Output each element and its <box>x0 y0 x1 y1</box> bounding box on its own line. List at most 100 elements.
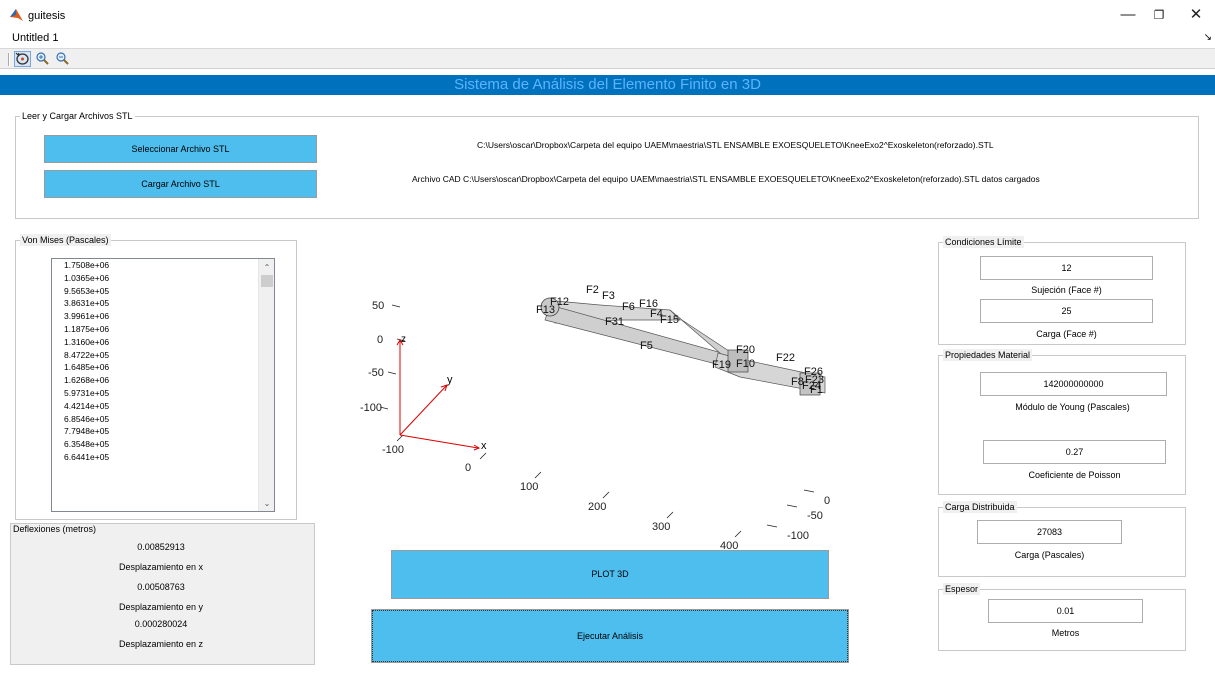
von-mises-item[interactable]: 1.3160e+06 <box>52 336 274 349</box>
deflexion-x-value: 0.00852913 <box>137 542 185 552</box>
toolbar <box>0 48 1215 69</box>
zoom-out-icon[interactable] <box>55 51 72 67</box>
poisson-label: Coeficiente de Poisson <box>1028 470 1121 480</box>
von-mises-item[interactable]: 1.6485e+06 <box>52 361 274 374</box>
x-tick-label: 100 <box>520 481 538 493</box>
y-tick-label: -50 <box>807 510 823 522</box>
rotate-3d-icon[interactable] <box>14 51 31 67</box>
plot-3d-area[interactable]: 500-50-100-10001002003004000-50-100 F2F1… <box>350 265 850 555</box>
maximize-button[interactable]: ❐ <box>1144 5 1174 25</box>
x-tick-mark <box>602 491 610 499</box>
sujecion-label: Sujeción (Face #) <box>1031 285 1102 295</box>
espesor-label: Metros <box>1051 628 1080 638</box>
minimize-button[interactable]: — <box>1113 5 1143 25</box>
z-tick-mark <box>387 371 397 375</box>
von-mises-item[interactable]: 1.1875e+06 <box>52 323 274 336</box>
menu-bar: Untitled 1 ↘ <box>0 30 1215 48</box>
scroll-thumb[interactable] <box>261 275 273 287</box>
deflexion-z-label: Desplazamiento en z <box>118 639 204 649</box>
von-mises-item[interactable]: 6.6441e+05 <box>52 451 274 464</box>
von-mises-list[interactable]: 1.7508e+06 1.0365e+06 9.5653e+05 3.8631e+05… <box>51 258 275 512</box>
z-tick-label: 50 <box>372 300 384 312</box>
von-mises-item[interactable]: 3.8631e+05 <box>52 297 274 310</box>
axis-x-label: x <box>481 440 487 452</box>
material-title: Propiedades Material <box>943 349 1033 361</box>
stl-panel: Leer y Cargar Archivos STL <box>15 110 1199 219</box>
z-tick-mark <box>391 304 401 308</box>
menu-untitled[interactable]: Untitled 1 <box>12 32 58 44</box>
stl-path-text: C:\Users\oscar\Dropbox\Carpeta del equip… <box>477 140 994 150</box>
distribuida-title: Carga Distribuida <box>943 501 1017 513</box>
resize-arrow-icon: ↘ <box>1203 32 1212 43</box>
von-mises-item[interactable]: 8.4722e+05 <box>52 349 274 362</box>
von-mises-item[interactable]: 4.4214e+05 <box>52 400 274 413</box>
carga-face-label: Carga (Face #) <box>1036 329 1097 339</box>
app-banner: Sistema de Análisis del Elemento Finito … <box>0 75 1215 95</box>
close-button[interactable]: ✕ <box>1181 5 1211 25</box>
x-tick-mark <box>396 434 404 442</box>
exoskeleton-mesh <box>540 297 826 396</box>
y-tick-label: 0 <box>824 495 830 507</box>
deflexion-x-label: Desplazamiento en x <box>118 562 204 572</box>
von-mises-item[interactable]: 6.3548e+05 <box>52 438 274 451</box>
sujecion-input[interactable]: 12 <box>980 256 1153 280</box>
x-tick-mark <box>479 452 487 460</box>
deflexiones-panel: Deflexiones (metros) 0.00852913 Desplaza… <box>10 523 315 665</box>
zoom-in-icon[interactable] <box>35 51 52 67</box>
matlab-icon <box>10 9 23 21</box>
von-mises-item[interactable]: 1.0365e+06 <box>52 272 274 285</box>
deflexion-y-label: Desplazamiento en y <box>118 602 204 612</box>
von-mises-item[interactable]: 9.5653e+05 <box>52 285 274 298</box>
face-label: F6 <box>622 301 635 313</box>
window-title: guitesis <box>28 10 66 22</box>
stl-status-text: Archivo CAD C:\Users\oscar\Dropbox\Carpe… <box>412 174 1040 184</box>
carga-face-input[interactable]: 25 <box>980 299 1153 323</box>
von-mises-item[interactable]: 5.9731e+05 <box>52 387 274 400</box>
stl-panel-title: Leer y Cargar Archivos STL <box>20 110 135 122</box>
z-tick-label: -50 <box>368 367 384 379</box>
face-label: F10 <box>736 358 755 370</box>
axis-y-label: y <box>447 374 453 386</box>
x-tick-label: 0 <box>465 462 471 474</box>
face-label: F31 <box>605 316 624 328</box>
plot-3d-button[interactable]: PLOT 3D <box>391 550 829 599</box>
y-tick-label: -100 <box>787 530 809 542</box>
face-label: F3 <box>602 290 615 302</box>
select-stl-button[interactable]: Seleccionar Archivo STL <box>44 135 317 163</box>
load-stl-button[interactable]: Cargar Archivo STL <box>44 170 317 198</box>
von-mises-item[interactable]: 6.8546e+05 <box>52 413 274 426</box>
toolbar-separator <box>8 53 10 66</box>
face-label: F2 <box>586 284 599 296</box>
face-label: F22 <box>776 352 795 364</box>
poisson-input[interactable]: 0.27 <box>983 440 1166 464</box>
x-tick-label: 200 <box>588 501 606 513</box>
x-tick-mark <box>534 471 542 479</box>
von-mises-title: Von Mises (Pascales) <box>20 234 111 246</box>
face-label: F1 <box>810 384 823 396</box>
face-label: F15 <box>660 314 679 326</box>
run-analysis-button[interactable]: Ejecutar Análisis <box>371 609 849 663</box>
face-label: F19 <box>712 359 731 371</box>
axis-z-label: z <box>401 334 406 345</box>
espesor-title: Espesor <box>943 583 981 595</box>
condiciones-title: Condiciones Límite <box>943 236 1024 248</box>
von-mises-item[interactable]: 3.9961e+06 <box>52 310 274 323</box>
distribuida-input[interactable]: 27083 <box>977 520 1122 544</box>
deflexion-z-value: 0.000280024 <box>134 619 188 629</box>
face-label: F5 <box>640 340 653 352</box>
face-label: F20 <box>736 344 755 356</box>
von-mises-item[interactable]: 7.7948e+05 <box>52 425 274 438</box>
espesor-input[interactable]: 0.01 <box>988 599 1143 623</box>
von-mises-item[interactable]: 1.7508e+06 <box>52 259 274 272</box>
list-scrollbar[interactable]: ⌃ ⌄ <box>258 259 274 511</box>
von-mises-item[interactable]: 1.6268e+06 <box>52 374 274 387</box>
y-tick-mark <box>803 489 815 493</box>
scroll-up-icon[interactable]: ⌃ <box>259 261 274 275</box>
x-tick-label: -100 <box>382 444 404 456</box>
scroll-down-icon[interactable]: ⌄ <box>259 497 274 511</box>
z-tick-label: -100 <box>360 402 382 414</box>
x-tick-mark <box>666 511 674 519</box>
young-modulus-label: Módulo de Young (Pascales) <box>1015 402 1130 412</box>
young-modulus-input[interactable]: 142000000000 <box>980 372 1167 396</box>
deflexiones-title: Deflexiones (metros) <box>13 524 97 534</box>
